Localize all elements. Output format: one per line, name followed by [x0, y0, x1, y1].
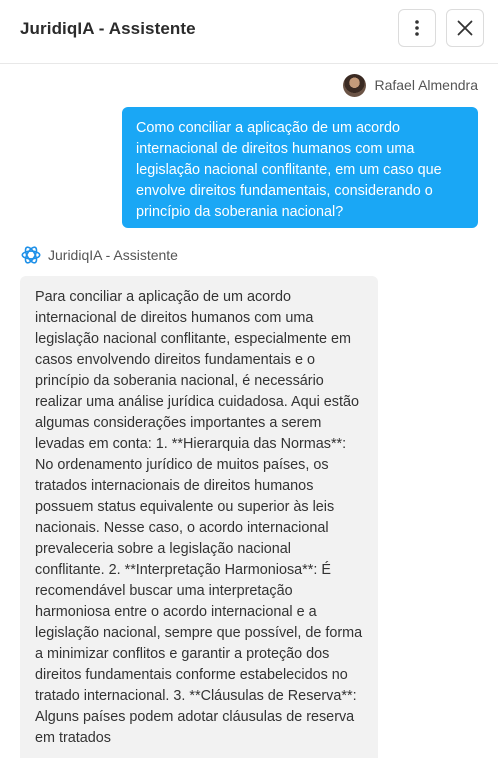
- close-button[interactable]: [446, 9, 484, 47]
- assistant-name: JuridiqIA - Assistente: [48, 247, 178, 263]
- user-message-bubble: Como conciliar a aplicação de um acordo …: [122, 107, 478, 228]
- user-message-header: Rafael Almendra: [343, 73, 478, 97]
- assistant-message-bubble: Para conciliar a aplicação de um acordo …: [20, 276, 378, 758]
- more-options-button[interactable]: [398, 9, 436, 47]
- assistant-message-header: JuridiqIA - Assistente: [20, 243, 178, 267]
- vertical-dots-icon: [415, 20, 419, 36]
- chat-header: JuridiqIA - Assistente: [0, 0, 498, 64]
- user-name: Rafael Almendra: [374, 77, 478, 93]
- assistant-logo-icon: [21, 246, 41, 264]
- avatar: [343, 73, 367, 97]
- header-title: JuridiqIA - Assistente: [20, 19, 196, 38]
- close-icon: [457, 20, 473, 36]
